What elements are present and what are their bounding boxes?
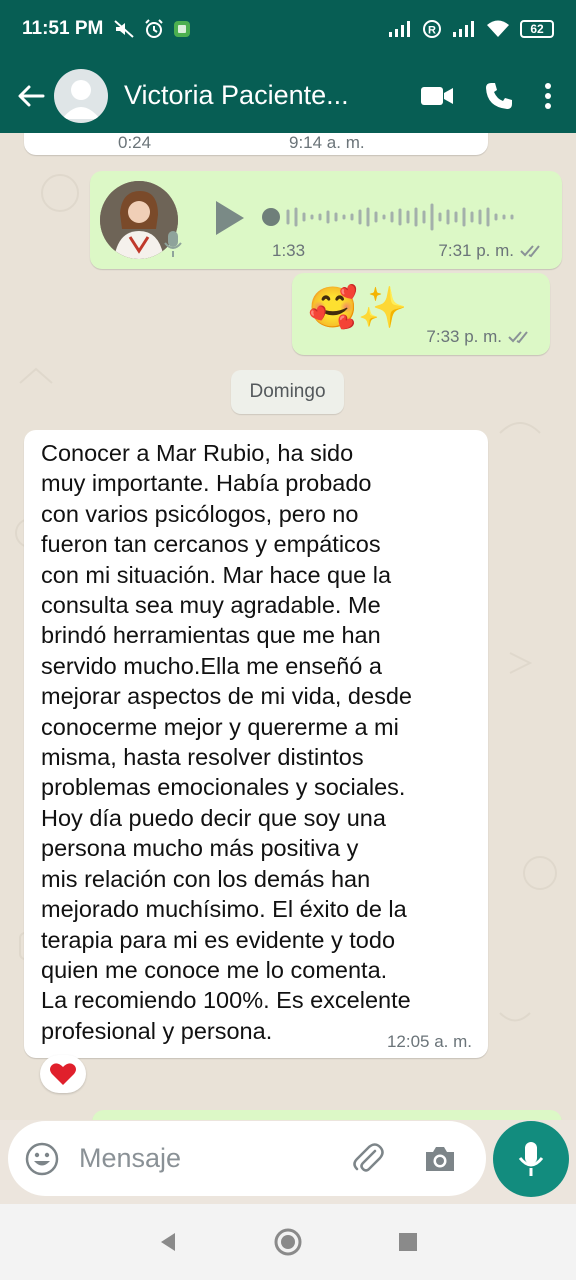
paperclip-icon[interactable] [351,1142,385,1176]
message-composer [8,1121,486,1196]
reaction-badge[interactable] [40,1055,86,1093]
microphone-icon [518,1142,544,1176]
emoji-icon[interactable] [25,1142,59,1176]
camera-icon[interactable] [423,1144,457,1174]
nav-back-icon[interactable] [157,1231,179,1253]
read-receipt-icon [520,245,540,258]
nav-home-icon[interactable] [273,1227,303,1257]
heart-icon [50,1063,76,1085]
nav-recents-icon[interactable] [397,1231,419,1253]
emoji-message[interactable]: 🥰✨ 7:33 p. m. [292,273,550,355]
signal-icon-2 [453,21,474,37]
signal-icon [389,21,410,37]
wifi-icon [487,20,509,37]
message-partial-previous[interactable]: 0:24 9:14 a. m. [24,133,488,155]
voice-record-button[interactable] [493,1121,569,1197]
message-partial-next[interactable] [92,1110,562,1120]
audio-duration: 1:33 [272,241,306,260]
play-icon[interactable] [212,199,248,237]
status-time: 11:51 PM [22,18,104,39]
message-time: 7:31 p. m. [438,241,514,260]
phone-icon[interactable] [484,81,514,111]
message-input[interactable] [79,1143,349,1174]
message-text: Conocer a Mar Rubio, ha sido muy importa… [41,440,412,1044]
audio-duration: 0:24 [118,133,152,152]
message-time: 7:33 p. m. [426,327,502,346]
contact-name[interactable]: Victoria Paciente... [124,80,364,111]
app-notification-icon [174,21,191,37]
arrow-left-icon [18,85,45,106]
mute-icon [114,20,134,38]
chat-header: 11:51 PM R 62 Victoria Paciente... [0,0,576,133]
message-time: 12:05 a. m. [386,1032,472,1051]
status-bar: 11:51 PM R 62 [0,0,576,58]
voice-note-message[interactable]: 1:33 7:31 p. m. [90,171,562,269]
back-button[interactable] [8,73,54,119]
svg-text:R: R [428,25,436,37]
battery-indicator: 62 [520,20,554,38]
chat-area[interactable]: 0:24 9:14 a. m. 1:33 7:31 p. m. 🥰✨ 7:33 … [0,133,576,1120]
contact-avatar[interactable] [54,68,108,123]
message-time: 9:14 a. m. [289,133,365,152]
audio-waveform[interactable] [258,197,528,237]
system-nav-bar [0,1204,576,1280]
date-separator: Domingo [231,370,344,414]
default-avatar-icon [62,79,100,119]
video-call-icon[interactable] [420,85,454,107]
mic-small-icon [164,231,182,257]
alarm-icon [145,19,164,38]
app-bar: Victoria Paciente... [0,58,576,133]
read-receipt-icon [508,331,528,344]
testimonial-message[interactable]: Conocer a Mar Rubio, ha sido muy importa… [24,430,488,1058]
roaming-icon: R [423,20,441,38]
message-emoji-text: 🥰✨ [308,286,408,330]
more-vertical-icon[interactable] [544,82,552,110]
